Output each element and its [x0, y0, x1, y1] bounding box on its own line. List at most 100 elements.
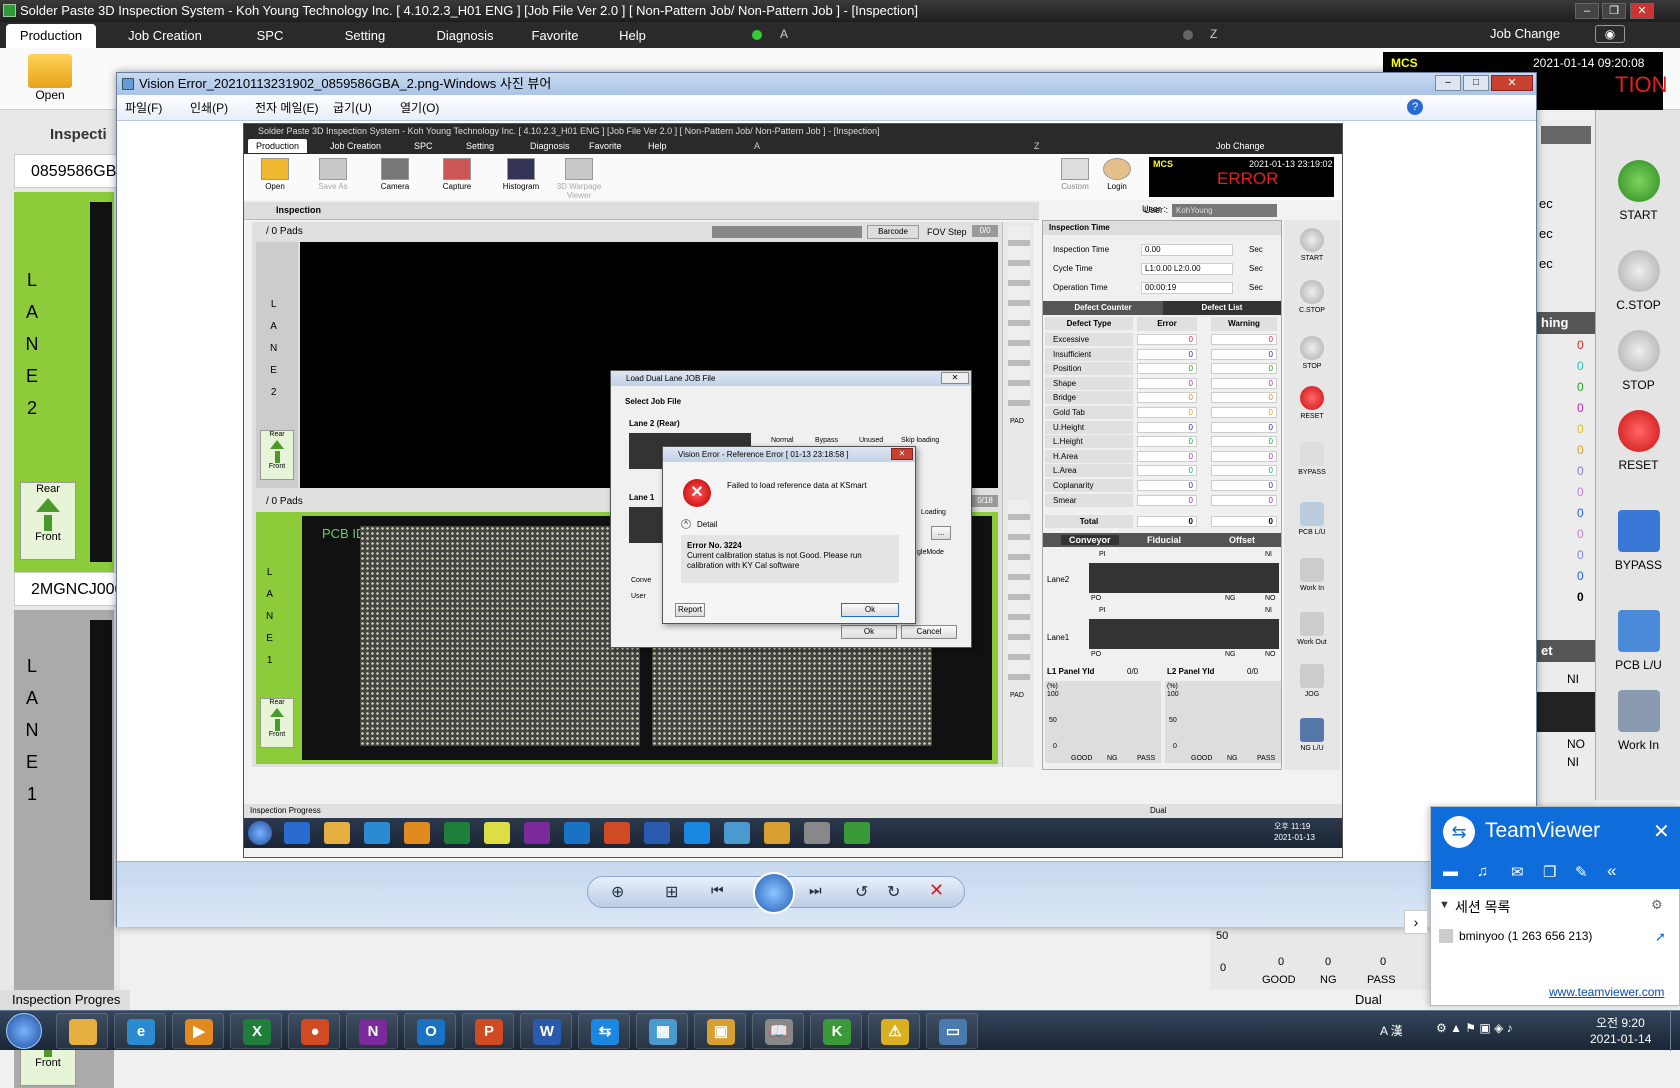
tab-diagnosis[interactable]: Diagnosis [420, 24, 510, 48]
office-tools-icon: ▣ [707, 1019, 735, 1045]
taskbar-button[interactable]: ⚠ [868, 1013, 920, 1049]
taskbar-button[interactable]: K [810, 1013, 862, 1049]
rotate-right-icon[interactable]: ↻ [887, 882, 900, 902]
tab-production[interactable]: Production [6, 24, 96, 48]
clock-time[interactable]: 오전 9:20 [1596, 1014, 1645, 1031]
menu-file[interactable]: 파일(F) [125, 99, 162, 116]
lane2-direction[interactable]: Rear Front [20, 482, 76, 560]
ime-indicator[interactable]: A 漢 [1380, 1022, 1403, 1039]
viewer-maximize-button[interactable]: □ [1463, 75, 1489, 91]
chevron-right-icon[interactable]: › [1404, 910, 1428, 934]
previous-icon[interactable]: ⏮ [711, 882, 724, 899]
inner-tab: Job Creation [330, 141, 382, 151]
minimize-button[interactable]: – [1575, 3, 1599, 19]
error-detail-toggle: Detail [697, 520, 718, 529]
tab-setting[interactable]: Setting [320, 24, 410, 48]
menu-print[interactable]: 인쇄(P) [190, 99, 228, 116]
show-desktop-button[interactable] [1670, 1011, 1680, 1051]
tab-job-creation[interactable]: Job Creation [115, 24, 215, 48]
teamviewer-link[interactable]: www.teamviewer.com [1549, 985, 1664, 999]
screenshot-image: Solder Paste 3D Inspection System - Koh … [243, 123, 1343, 858]
powerpoint-icon: P [475, 1019, 503, 1045]
help-icon[interactable]: ? [1407, 99, 1423, 115]
taskbar-button[interactable]: ● [288, 1013, 340, 1049]
triangle-down-icon[interactable]: ▼ [1439, 899, 1450, 911]
taskbar-button[interactable]: ▣ [694, 1013, 746, 1049]
inner-control-label: JOG [1304, 691, 1320, 698]
taskbar-button[interactable]: ▦ [636, 1013, 688, 1049]
work-in-button[interactable]: Work In [1596, 690, 1680, 752]
defect-row: Shape 0 0 [1043, 376, 1281, 391]
rotate-left-icon[interactable]: ↺ [855, 882, 868, 902]
tab-help[interactable]: Help [600, 24, 665, 48]
job-change-button[interactable]: Job Change [1490, 26, 1560, 41]
defect-row: Gold Tab 0 0 [1043, 406, 1281, 420]
taskbar-button[interactable]: N [346, 1013, 398, 1049]
headset-icon[interactable]: ♫ [1477, 863, 1488, 880]
folder-icon[interactable] [28, 54, 72, 88]
partial-text: ec [1539, 256, 1553, 271]
teamviewer-close-icon[interactable]: ✕ [1653, 819, 1670, 844]
taskbar-button[interactable]: 📖 [752, 1013, 804, 1049]
close-button[interactable]: ✕ [1630, 3, 1654, 19]
camera-icon[interactable]: ▬ [1443, 863, 1458, 880]
lane1-view [90, 620, 112, 900]
taskbar-button[interactable]: X [230, 1013, 282, 1049]
tray-icons[interactable]: ⚙ ▲ ⚑ ▣ ◈ ♪ [1436, 1021, 1513, 1035]
taskbar-button[interactable]: ⇆ [578, 1013, 630, 1049]
zoom-icon[interactable]: ⊕ [611, 882, 624, 902]
stop-button[interactable]: STOP [1596, 330, 1680, 392]
taskbar-button[interactable]: O [404, 1013, 456, 1049]
tools-icon[interactable]: ✎ [1575, 863, 1588, 881]
inner-tool-icons [1008, 226, 1030, 406]
defect-error-count: 0 [1137, 465, 1197, 477]
viewer-minimize-button[interactable]: – [1435, 75, 1461, 91]
menu-burn[interactable]: 굽기(U) [333, 99, 372, 116]
slideshow-button[interactable] [753, 872, 795, 914]
reset-button[interactable]: RESET [1596, 410, 1680, 472]
gear-icon[interactable]: ⚙ [1651, 897, 1663, 913]
pcb-lu-button[interactable]: PCB L/U [1596, 610, 1680, 672]
inner-fov-value: 0/0 [972, 225, 998, 237]
start-button[interactable] [6, 1013, 42, 1049]
start-button[interactable]: START [1596, 160, 1680, 222]
outer-yield-chart: 50 0 0 0 0 GOOD NG PASS [1210, 928, 1430, 990]
defect-row: Position 0 0 [1043, 362, 1281, 376]
clock-date[interactable]: 2021-01-14 [1590, 1032, 1651, 1046]
file-icon[interactable]: ❐ [1543, 863, 1556, 881]
fit-window-icon[interactable]: ⊞ [665, 882, 678, 902]
chat-icon[interactable]: ✉ [1511, 863, 1524, 881]
cstop-button[interactable]: C.STOP [1596, 250, 1680, 312]
session-user[interactable]: bminyoo (1 263 656 213) [1459, 929, 1592, 943]
inner-taskbar-app-icon [564, 822, 590, 844]
menu-open[interactable]: 열기(O) [400, 99, 439, 116]
bypass-button[interactable]: BYPASS [1596, 510, 1680, 572]
tab-favorite[interactable]: Favorite [515, 24, 595, 48]
restore-button[interactable]: ❐ [1602, 3, 1626, 19]
delete-icon[interactable]: ✕ [929, 880, 944, 901]
taskbar-button[interactable] [56, 1013, 108, 1049]
eye-icon[interactable]: ◉ [1595, 25, 1625, 43]
defect-type: H.Area [1045, 449, 1133, 463]
next-icon[interactable]: ⏭ [809, 882, 822, 899]
taskbar-button[interactable]: ▶ [172, 1013, 224, 1049]
inner-lane2-conveyor: Lane2 [1047, 575, 1070, 584]
inner-insp-time-header: Inspection Time [1043, 221, 1281, 235]
partial-count: 0 [1577, 443, 1584, 457]
viewer-close-button[interactable]: ✕ [1491, 75, 1533, 91]
time-row: Operation Time 00:00:19 Sec [1043, 281, 1281, 295]
inner-control-button: JOG [1284, 664, 1340, 698]
error-message: Failed to load reference data at KSmart [727, 481, 867, 490]
taskbar-button[interactable]: e [114, 1013, 166, 1049]
taskbar-button[interactable]: W [520, 1013, 572, 1049]
teamviewer-panel: ⇆ TeamViewer ✕ ▬ ♫ ✉ ❐ ✎ « ▼ 세션 목록 ⚙ bmi… [1430, 806, 1680, 1006]
taskbar-button[interactable]: P [462, 1013, 514, 1049]
menu-email[interactable]: 전자 메일(E) [255, 99, 319, 116]
inner-custom-tool: Custom [1052, 158, 1098, 191]
defect-type: L.Height [1045, 435, 1133, 449]
taskbar-button[interactable]: ▭ [926, 1013, 978, 1049]
open-button-label[interactable]: Open [30, 88, 70, 102]
inspection-tab[interactable]: Inspecti [50, 126, 107, 143]
collapse-icon[interactable]: « [1607, 861, 1616, 881]
tab-spc[interactable]: SPC [230, 24, 310, 48]
